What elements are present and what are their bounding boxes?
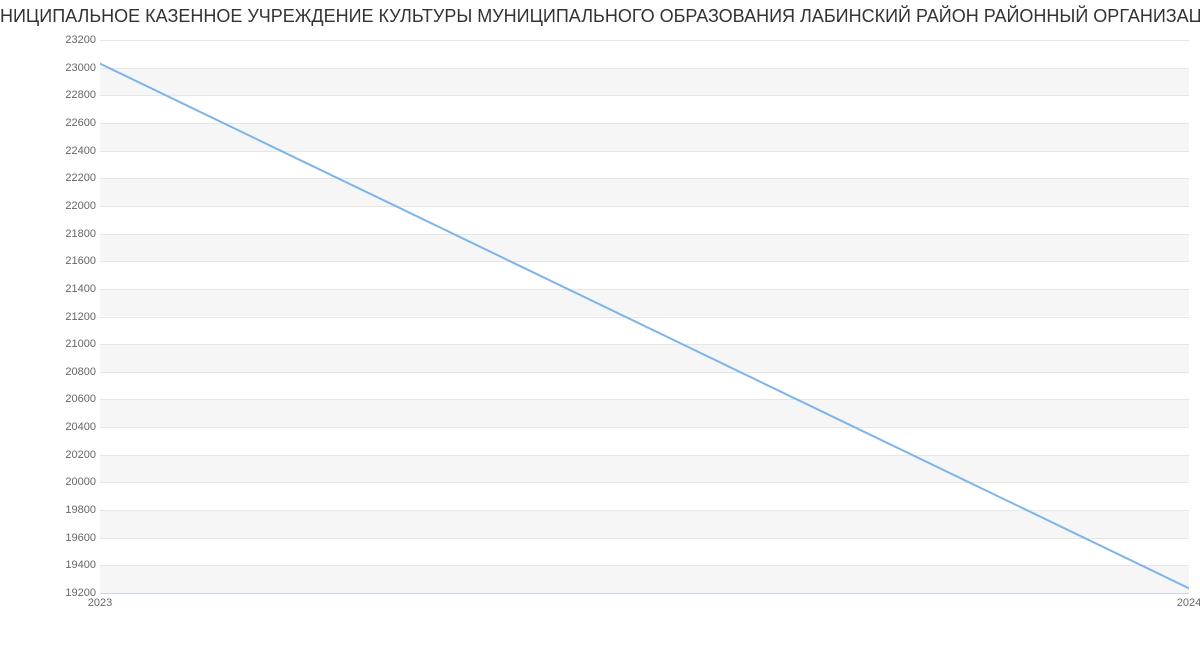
- y-tick-label: 20000: [46, 476, 96, 488]
- x-axis-line: [100, 593, 1189, 594]
- y-tick-label: 22000: [46, 200, 96, 212]
- y-tick-label: 19400: [46, 559, 96, 571]
- plot-area: [100, 40, 1189, 593]
- y-tick-label: 21400: [46, 283, 96, 295]
- y-tick-label: 21600: [46, 255, 96, 267]
- y-tick-label: 23200: [46, 34, 96, 46]
- y-tick-label: 21800: [46, 228, 96, 240]
- x-tick-label: 2024: [1177, 597, 1200, 609]
- x-tick-label: 2023: [88, 597, 112, 609]
- y-tick-label: 21000: [46, 338, 96, 350]
- y-tick-label: 22800: [46, 89, 96, 101]
- y-tick-label: 20400: [46, 421, 96, 433]
- chart-title: НИЦИПАЛЬНОЕ КАЗЕННОЕ УЧРЕЖДЕНИЕ КУЛЬТУРЫ…: [0, 6, 1200, 27]
- y-tick-label: 23000: [46, 62, 96, 74]
- y-tick-label: 21200: [46, 311, 96, 323]
- y-tick-label: 20600: [46, 393, 96, 405]
- y-tick-label: 20200: [46, 449, 96, 461]
- y-tick-label: 22200: [46, 172, 96, 184]
- y-tick-label: 20800: [46, 366, 96, 378]
- y-tick-label: 22600: [46, 117, 96, 129]
- y-tick-label: 19600: [46, 532, 96, 544]
- y-tick-label: 19800: [46, 504, 96, 516]
- y-tick-label: 22400: [46, 145, 96, 157]
- data-line: [100, 40, 1189, 593]
